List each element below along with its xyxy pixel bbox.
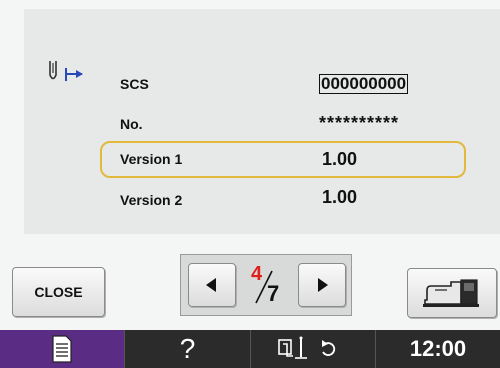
right-arrow-icon [318,278,328,292]
status-bar: ? 12:00 [0,330,500,368]
embroidery-unit-button[interactable] [407,268,497,318]
scs-value: 000000000 [319,74,409,94]
rotate-icon [322,340,336,356]
document-tab[interactable] [0,330,125,368]
threading-status[interactable] [251,330,376,368]
page-navigator: 4 7 [180,254,352,316]
left-arrow-icon [206,278,216,292]
close-button[interactable]: CLOSE [12,267,105,317]
embroidery-unit-icon [423,279,479,307]
clock-time: 12:00 [409,336,467,361]
help-button[interactable]: ? [125,330,251,368]
scs-label: SCS [120,76,149,92]
version-1-label: Version 1 [120,151,183,167]
version-1-value: 1.00 [322,149,358,169]
version-2-label: Version 2 [120,192,183,208]
next-page-button[interactable] [298,263,346,307]
needle-position-icon [49,61,83,81]
close-button-label: CLOSE [34,284,83,300]
machine-info-panel [24,9,500,234]
serial-number-value: ********** [319,113,400,133]
serial-number-label: No. [120,116,143,132]
document-icon [52,335,72,363]
total-page-count: 7 [267,281,280,306]
clock: 12:00 [376,330,500,368]
needle-threader-icon [278,336,336,359]
help-icon: ? [179,333,196,364]
version-2-value: 1.00 [322,187,358,207]
page-indicator: 4 7 [243,259,293,311]
previous-page-button[interactable] [188,263,236,307]
